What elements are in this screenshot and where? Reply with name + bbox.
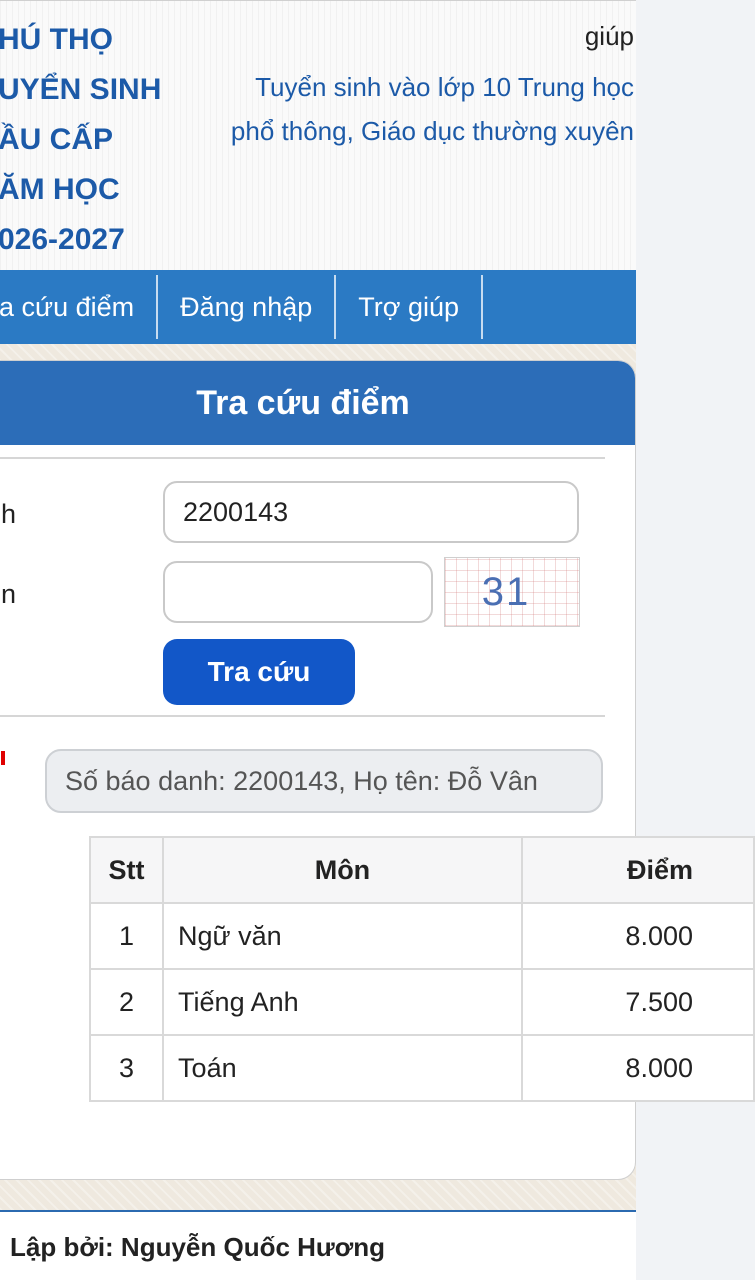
table-row: 1 Ngữ văn 8.000 xyxy=(88,902,755,970)
column-header-subject: Môn xyxy=(162,836,523,904)
nav-item-login[interactable]: Đăng nhập xyxy=(158,275,337,339)
nav-item-score-lookup[interactable]: ra cứu điểm xyxy=(0,275,159,339)
captcha-label: n xyxy=(1,579,17,609)
nav-item-help[interactable]: Trợ giúp xyxy=(336,275,483,339)
main-navbar: ra cứu điểm Đăng nhập Trợ giúp xyxy=(0,270,636,344)
site-subtitle: Tuyển sinh vào lớp 10 Trung học phổ thôn… xyxy=(230,72,634,146)
row-score: 8.000 xyxy=(520,1034,755,1102)
captcha-input[interactable] xyxy=(163,561,433,623)
row-stt: 1 xyxy=(88,902,165,970)
result-summary: Số báo danh: 2200143, Họ tên: Đỗ Vân xyxy=(45,749,603,813)
footer: Lập bởi: Nguyễn Quốc Hương xyxy=(0,1210,636,1280)
divider xyxy=(0,715,605,717)
student-id-input[interactable]: 2200143 xyxy=(163,481,579,543)
help-link[interactable]: giúp xyxy=(585,21,634,52)
score-table: Stt Môn Điểm 1 Ngữ văn 8.000 2 Tiếng Anh… xyxy=(88,836,755,1102)
table-row: 3 Toán 8.000 xyxy=(88,1034,755,1102)
required-marker xyxy=(1,751,5,765)
divider xyxy=(0,457,605,459)
lookup-button[interactable]: Tra cứu xyxy=(163,639,355,705)
table-header-row: Stt Môn Điểm xyxy=(88,836,755,904)
footer-credit: Lập bởi: Nguyễn Quốc Hương xyxy=(10,1232,386,1262)
row-score: 8.000 xyxy=(520,902,755,970)
row-subject: Tiếng Anh xyxy=(162,968,523,1036)
table-row: 2 Tiếng Anh 7.500 xyxy=(88,968,755,1036)
card-title: Tra cứu điểm xyxy=(0,361,635,445)
row-score: 7.500 xyxy=(520,968,755,1036)
site-header: HÚ THỌ UYỂN SINH ẦU CẤP ĂM HỌC 026-2027 … xyxy=(0,0,636,271)
org-title: HÚ THỌ UYỂN SINH ẦU CẤP ĂM HỌC 026-2027 xyxy=(0,23,162,256)
column-header-stt: Stt xyxy=(88,836,165,904)
row-subject: Toán xyxy=(162,1034,523,1102)
student-id-label: h xyxy=(1,499,17,529)
row-stt: 2 xyxy=(88,968,165,1036)
row-subject: Ngữ văn xyxy=(162,902,523,970)
row-stt: 3 xyxy=(88,1034,165,1102)
column-header-score: Điểm xyxy=(520,836,755,904)
captcha-image: 31 xyxy=(444,557,580,627)
